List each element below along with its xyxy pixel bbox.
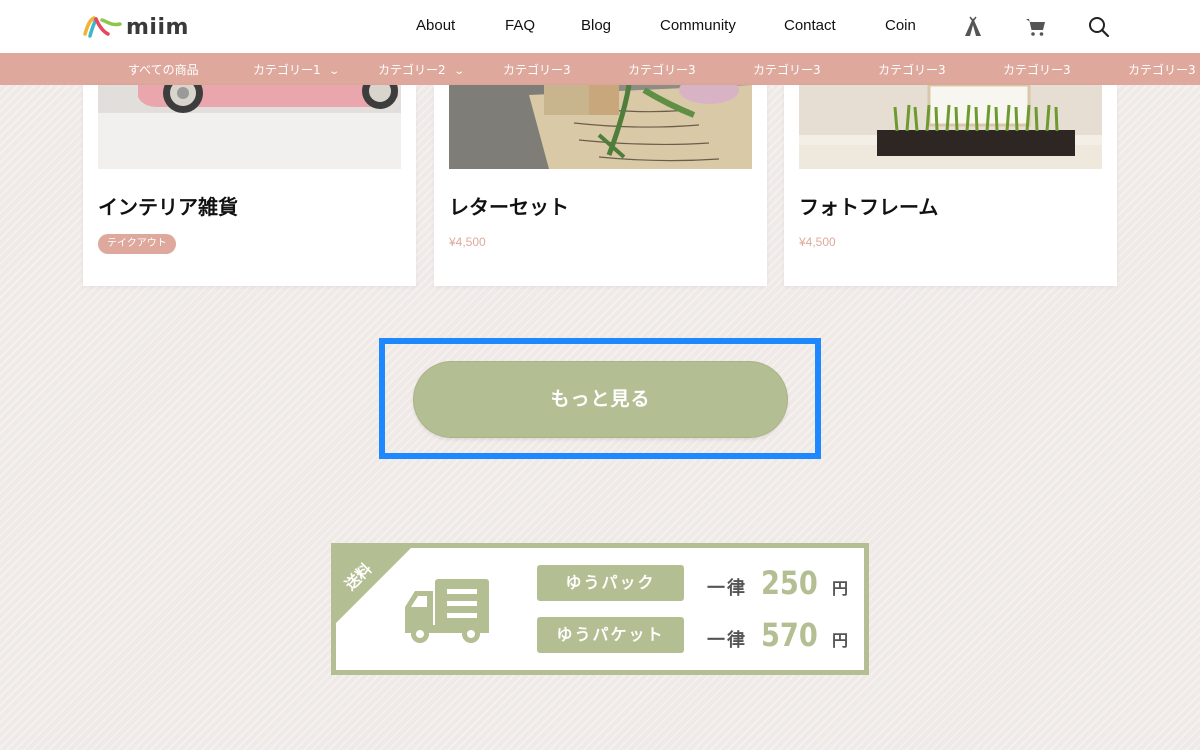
category-bar: すべての商品 カテゴリー1 ⌄ カテゴリー2 ⌄ カテゴリー3 カテゴリー3 カテゴ… [0, 53, 1200, 85]
nav-about[interactable]: About [416, 17, 455, 34]
shipping-banner: 送料 ゆうパック 一律 250 円 ゆうパケット 一律 570 円 [331, 543, 869, 675]
nav-community[interactable]: Community [660, 17, 736, 34]
category-3[interactable]: カテゴリー3 [1128, 61, 1196, 78]
category-all[interactable]: すべての商品 [128, 61, 199, 78]
category-3[interactable]: カテゴリー3 [753, 61, 821, 78]
shipping-panel: 送料 ゆうパック 一律 250 円 ゆうパケット 一律 570 円 [336, 548, 864, 670]
flat-rate-label: 一律 [707, 630, 747, 651]
product-image[interactable] [98, 85, 401, 169]
shipping-method-label: ゆうパケット [537, 617, 684, 653]
chevron-down-icon: ⌄ [327, 66, 340, 77]
category-label: カテゴリー3 [878, 63, 946, 77]
category-label: カテゴリー2 [378, 63, 446, 77]
shipping-price: 570 [761, 616, 818, 654]
category-3[interactable]: カテゴリー3 [503, 61, 571, 78]
product-price: ¥4,500 [449, 235, 486, 249]
category-label: カテゴリー3 [628, 63, 696, 77]
product-image[interactable] [449, 85, 752, 169]
product-title[interactable]: インテリア雑貨 [98, 191, 238, 220]
product-title[interactable]: レターセット [449, 191, 569, 220]
product-card[interactable]: インテリア雑貨 テイクアウト [83, 85, 416, 286]
product-card[interactable]: レターセット ¥4,500 [434, 85, 767, 286]
cart-icon[interactable] [1025, 16, 1047, 38]
category-label: すべての商品 [128, 63, 199, 77]
tent-icon[interactable] [962, 16, 984, 38]
category-label: カテゴリー3 [1128, 63, 1196, 77]
main-nav: About FAQ Blog Community Contact Coin [0, 0, 1200, 53]
category-label: カテゴリー3 [753, 63, 821, 77]
category-1[interactable]: カテゴリー1 ⌄ [253, 61, 340, 78]
yen-unit: 円 [831, 631, 848, 650]
category-label: カテゴリー3 [1003, 63, 1071, 77]
chevron-down-icon: ⌄ [452, 66, 465, 77]
nav-blog[interactable]: Blog [581, 17, 611, 34]
shipping-rate: 一律 250 円 [707, 564, 848, 602]
shipping-price: 250 [761, 564, 818, 602]
yen-unit: 円 [831, 579, 848, 598]
site-header: miim About FAQ Blog Community Contact Co… [0, 0, 1200, 53]
nav-coin[interactable]: Coin [885, 17, 916, 34]
shipping-rate: 一律 570 円 [707, 616, 848, 654]
product-price: ¥4,500 [799, 235, 836, 249]
load-more-button[interactable]: もっと見る [413, 361, 788, 438]
product-title[interactable]: フォトフレーム [799, 191, 938, 220]
product-tag-badge: テイクアウト [98, 234, 176, 254]
nav-contact[interactable]: Contact [784, 17, 836, 34]
category-label: カテゴリー3 [503, 63, 571, 77]
truck-icon [405, 579, 489, 643]
flat-rate-label: 一律 [707, 578, 747, 599]
category-2[interactable]: カテゴリー2 ⌄ [378, 61, 465, 78]
category-3[interactable]: カテゴリー3 [628, 61, 696, 78]
product-card[interactable]: フォトフレーム ¥4,500 [784, 85, 1117, 286]
category-3[interactable]: カテゴリー3 [1003, 61, 1071, 78]
shipping-method-label: ゆうパック [537, 565, 684, 601]
category-label: カテゴリー1 [253, 63, 321, 77]
category-3[interactable]: カテゴリー3 [878, 61, 946, 78]
search-icon[interactable] [1088, 16, 1110, 38]
nav-faq[interactable]: FAQ [505, 17, 535, 34]
product-image[interactable] [799, 85, 1102, 169]
